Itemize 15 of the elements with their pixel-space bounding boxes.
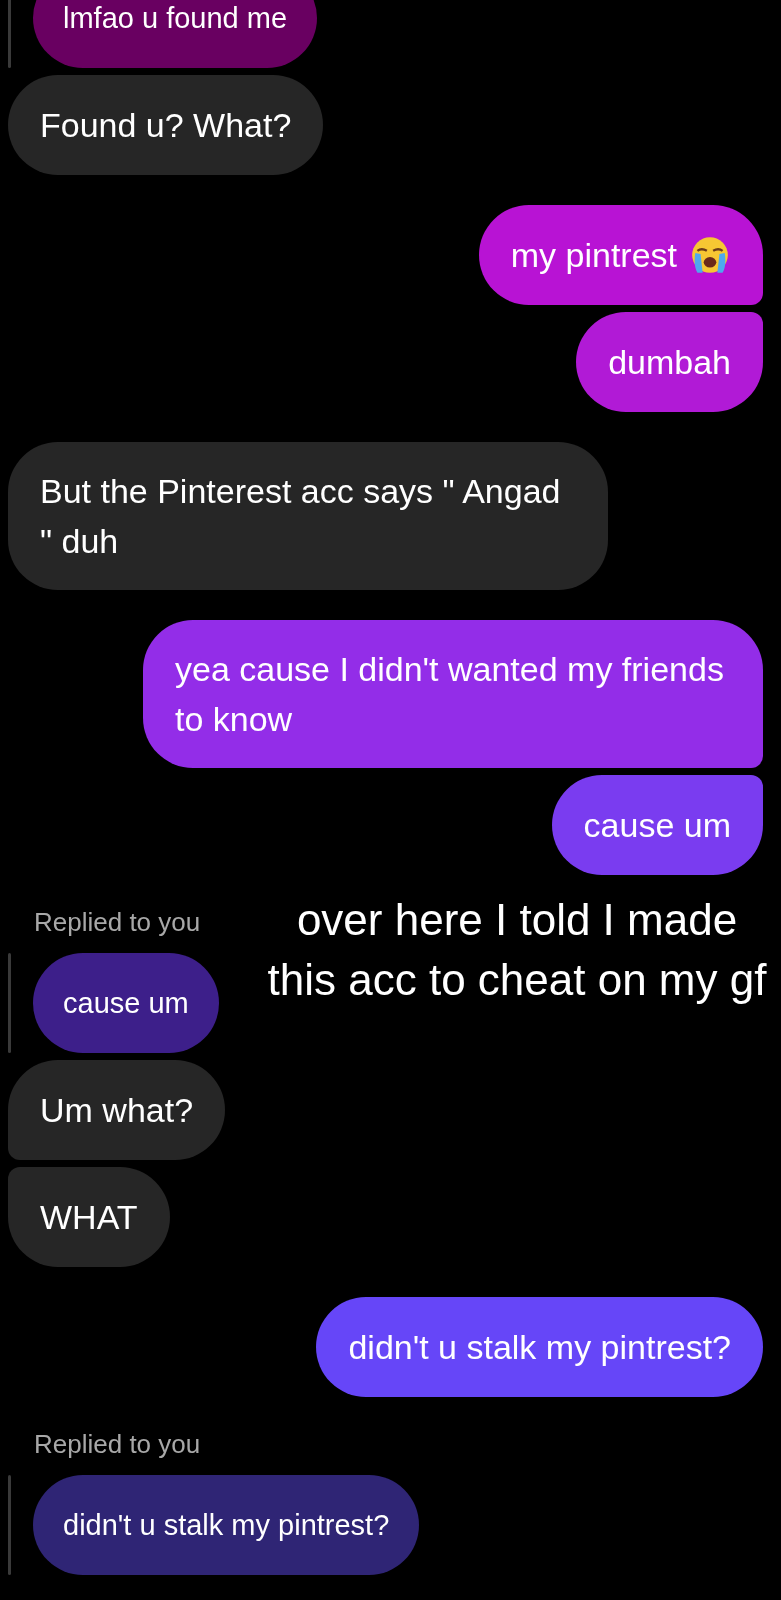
sent-message: yea cause I didn't wanted my friends to know — [143, 620, 763, 768]
replied-label: Replied to you — [34, 906, 201, 939]
received-message: Found u? What? — [8, 75, 324, 175]
sent-message: dumbah — [576, 312, 763, 412]
sent-message: cause um — [551, 775, 763, 875]
quoted-message: didn't u stalk my pintrest? — [33, 1475, 420, 1575]
quoted-message: lmfao u found me — [33, 0, 318, 68]
received-message: But the Pinterest acc says " Angad " duh — [8, 442, 608, 590]
replied-label: Replied to you — [34, 1428, 201, 1461]
sent-message: didn't u stalk my pintrest? — [316, 1297, 763, 1397]
received-message: WHAT — [8, 1167, 170, 1267]
quoted-message: cause um — [33, 953, 219, 1053]
received-message: Um what? — [8, 1060, 226, 1160]
sent-message: my pintrest — [478, 205, 763, 305]
caption-text: over here I told I made this acc to cheat on my gf — [266, 894, 768, 1006]
